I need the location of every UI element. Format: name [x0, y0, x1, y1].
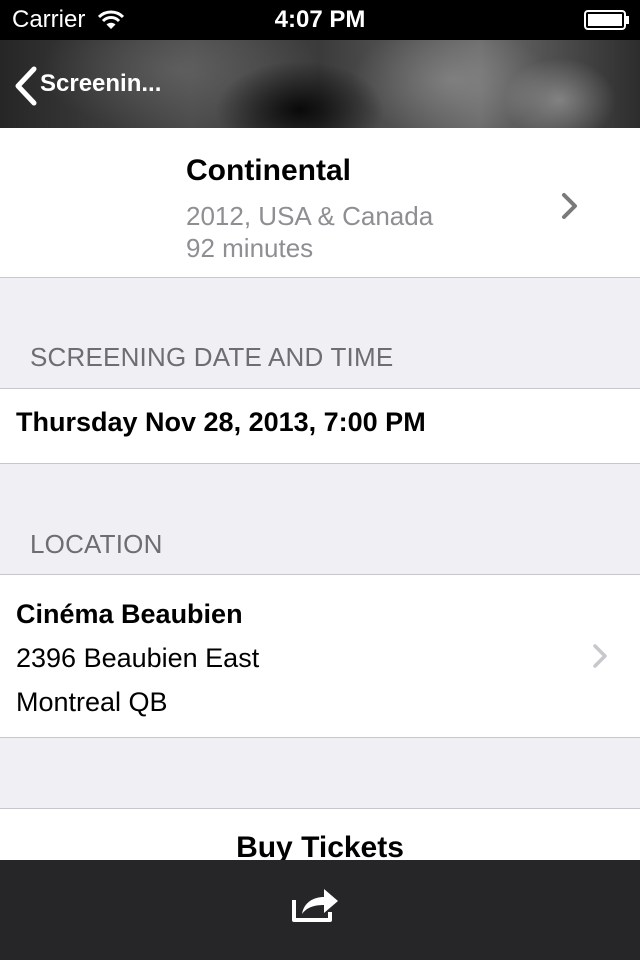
- movie-title: Continental: [186, 154, 351, 187]
- chevron-left-icon[interactable]: [14, 66, 38, 111]
- battery-icon: [584, 10, 630, 30]
- venue-address-line2: Montreal QB: [16, 687, 168, 717]
- divider: [0, 463, 640, 464]
- clock: 4:07 PM: [274, 6, 366, 33]
- share-icon[interactable]: [290, 884, 342, 929]
- back-button[interactable]: Screenin...: [40, 70, 161, 98]
- screening-date-cell: Thursday Nov 28, 2013, 7:00 PM: [0, 389, 640, 463]
- buy-tickets-button[interactable]: Buy Tickets: [0, 809, 640, 860]
- bottom-toolbar: [0, 860, 640, 960]
- divider: [0, 737, 640, 738]
- movie-info-cell[interactable]: Continental 2012, USA & Canada 92 minute…: [0, 128, 640, 277]
- section-header-location: LOCATION: [30, 529, 163, 559]
- chevron-right-icon: [592, 643, 610, 674]
- section-header-date: SCREENING DATE AND TIME: [30, 342, 394, 372]
- status-bar: Carrier 4:07 PM: [0, 0, 640, 40]
- screening-datetime: Thursday Nov 28, 2013, 7:00 PM: [16, 407, 426, 437]
- movie-duration: 92 minutes: [186, 233, 314, 263]
- movie-year-country: 2012, USA & Canada: [186, 201, 434, 231]
- venue-name: Cinéma Beaubien: [16, 599, 243, 629]
- location-cell[interactable]: Cinéma Beaubien 2396 Beaubien East Montr…: [0, 575, 640, 737]
- chevron-right-icon: [560, 192, 580, 225]
- movie-meta: 2012, USA & Canada 92 minutes: [186, 200, 433, 264]
- divider: [0, 277, 640, 278]
- navigation-bar: Screenin...: [0, 40, 640, 128]
- buy-tickets-label: Buy Tickets: [236, 831, 404, 860]
- venue-address-line1: 2396 Beaubien East: [16, 643, 260, 673]
